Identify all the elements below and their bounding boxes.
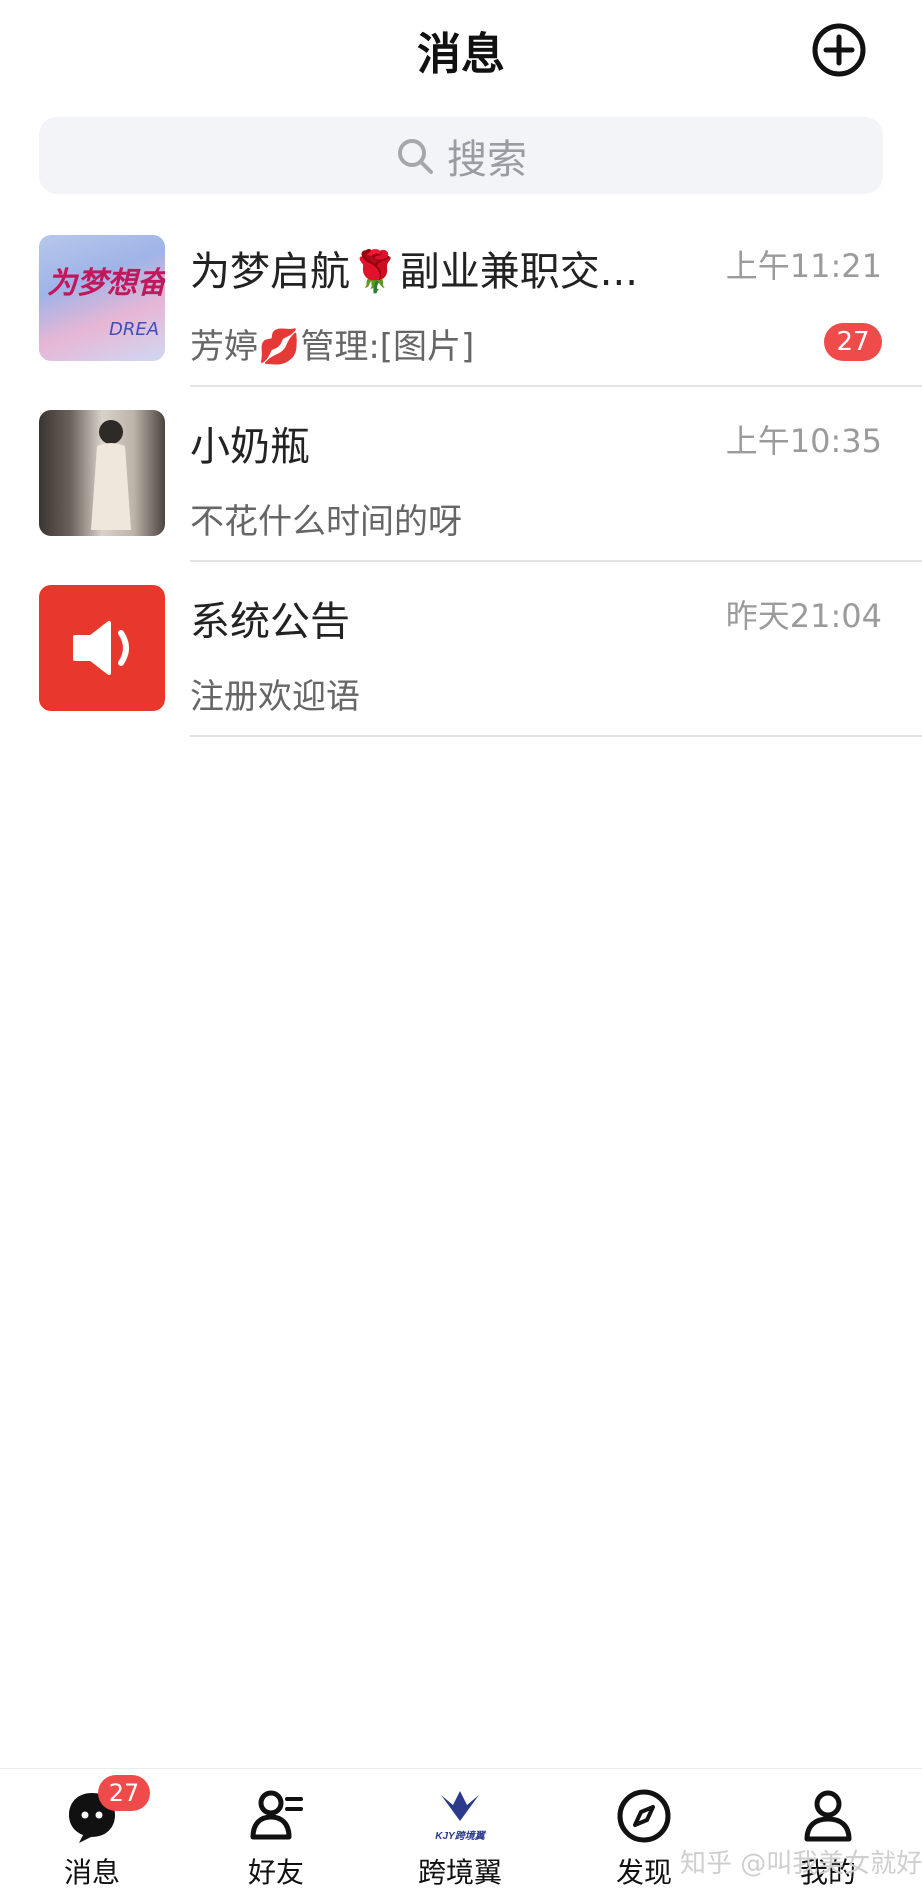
conversation-time: 上午11:21: [725, 247, 882, 285]
tab-unread-badge: 27: [98, 1775, 150, 1811]
compass-icon: [617, 1789, 671, 1843]
conversation-preview: 注册欢迎语: [190, 677, 360, 717]
tab-kjy[interactable]: KJY跨境翼 跨境翼: [368, 1769, 552, 1899]
conversation-time: 上午10:35: [725, 422, 882, 460]
unread-badge: 27: [824, 323, 882, 361]
tab-label: 跨境翼: [417, 1856, 502, 1889]
svg-text:DREA: DREA: [109, 319, 159, 340]
divider: [190, 385, 922, 387]
system-avatar: [39, 585, 165, 711]
conversation-item-system[interactable]: 系统公告 昨天21:04 注册欢迎语: [0, 585, 922, 760]
search-icon: [398, 138, 433, 174]
watermark: 知乎 @叫我美女就好了: [680, 1849, 922, 1879]
header-bar: 消息: [0, 0, 922, 100]
conversation-item-group[interactable]: 为梦想奋斗 DREA 为梦启航🌹副业兼职交... 上午11:21 芳婷💋管理:[…: [0, 235, 922, 410]
plus-circle-icon[interactable]: [811, 22, 867, 78]
conversation-name: 为梦启航🌹副业兼职交...: [190, 249, 638, 295]
tab-messages[interactable]: 27 消息: [0, 1769, 184, 1899]
kjy-logo-text: KJY跨境翼: [435, 1830, 486, 1842]
tab-friends[interactable]: 好友: [184, 1769, 368, 1899]
avatar-text-1: 为梦想奋斗: [47, 266, 165, 301]
conversation-preview: 不花什么时间的呀: [190, 502, 462, 542]
search-placeholder: 搜索: [447, 136, 527, 183]
conversation-preview: 芳婷💋管理:[图片]: [190, 327, 475, 367]
page-title: 消息: [417, 29, 505, 80]
profile-icon: [804, 1790, 852, 1842]
friends-icon: [250, 1790, 303, 1840]
divider: [190, 560, 922, 562]
divider: [190, 735, 922, 737]
user-avatar: [39, 410, 165, 536]
conversation-item-user[interactable]: 小奶瓶 上午10:35 不花什么时间的呀: [0, 410, 922, 585]
conversation-name: 小奶瓶: [190, 424, 310, 470]
kjy-logo-icon: KJY跨境翼: [435, 1791, 487, 1842]
group-avatar: 为梦想奋斗 DREA: [39, 235, 165, 361]
tab-label: 消息: [63, 1856, 120, 1889]
speaker-icon: [73, 621, 129, 675]
search-input[interactable]: 搜索: [39, 117, 883, 194]
tab-label: 好友: [247, 1856, 304, 1889]
conversation-time: 昨天21:04: [725, 597, 882, 635]
conversation-name: 系统公告: [190, 599, 350, 645]
